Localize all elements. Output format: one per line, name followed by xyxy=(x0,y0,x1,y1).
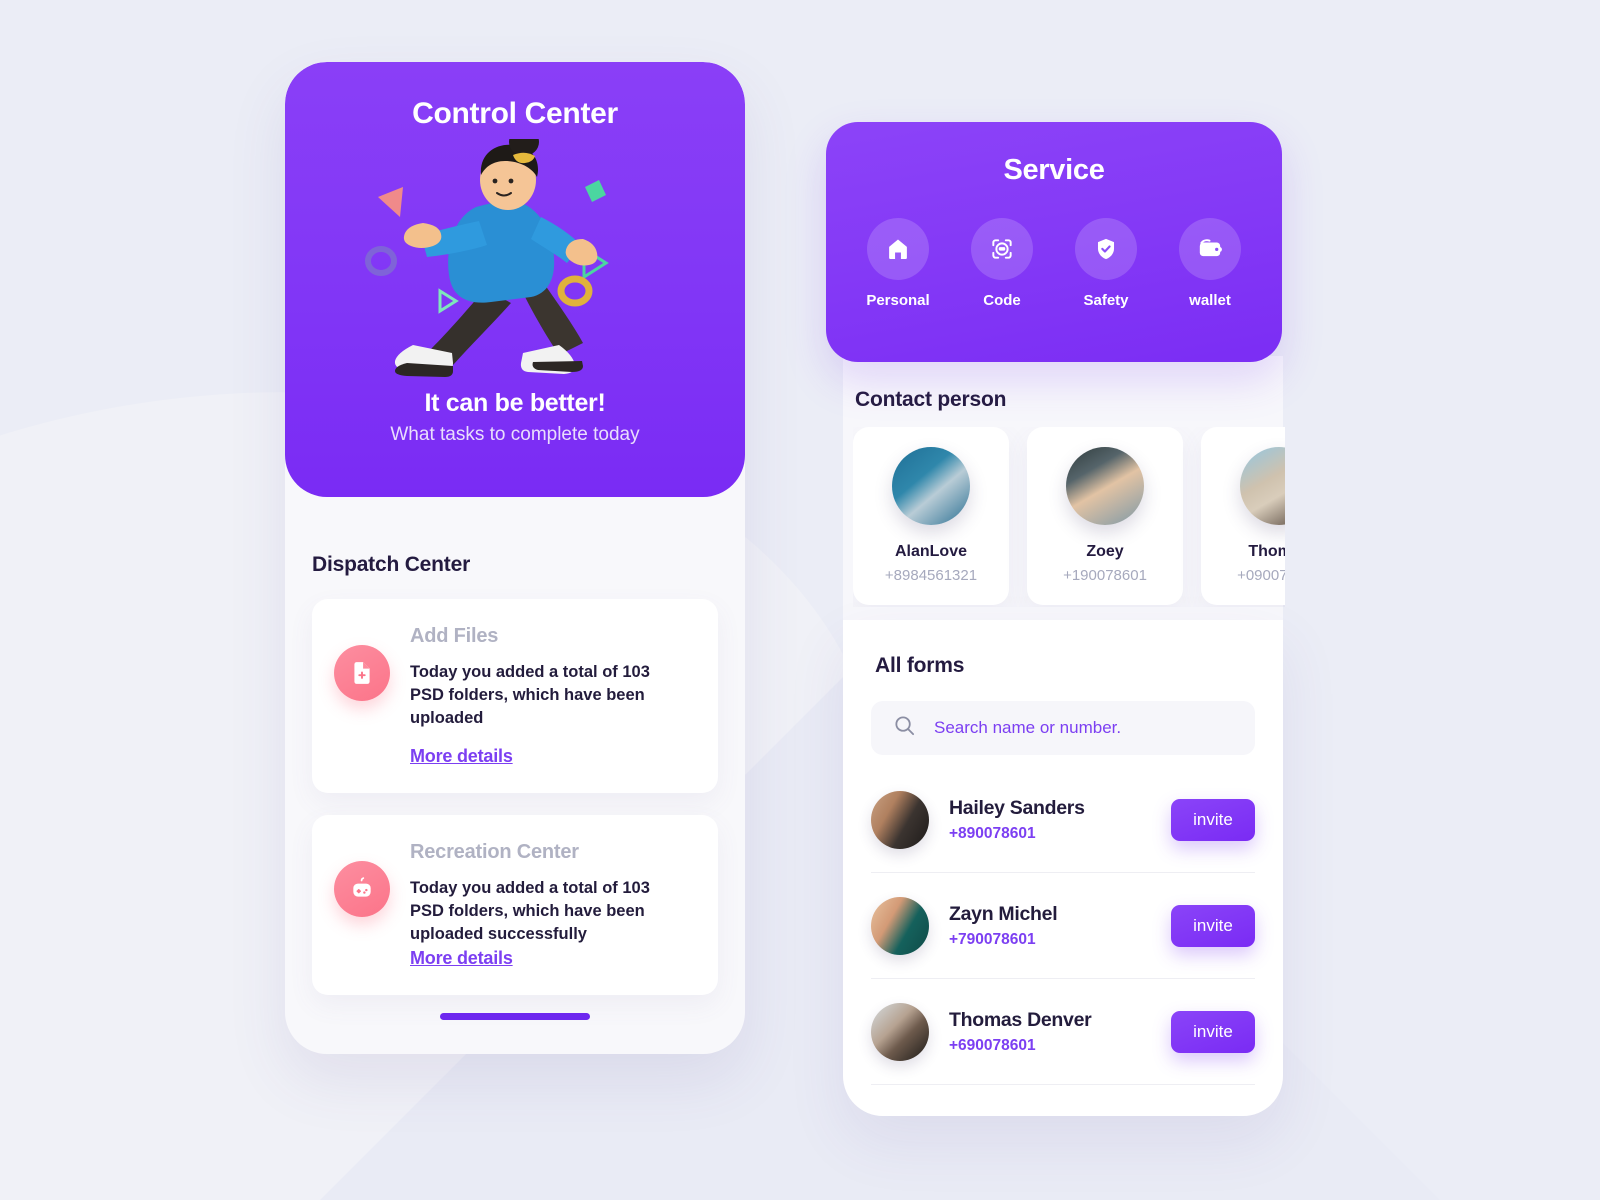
contact-phone: +8984561321 xyxy=(884,567,978,584)
scan-face-icon xyxy=(971,218,1033,280)
contact-name: Thomas xyxy=(1248,543,1285,560)
contact-name: Hailey Sanders xyxy=(949,796,1085,819)
service-tile-code[interactable]: Code xyxy=(964,218,1040,309)
contact-name: Zoey xyxy=(1086,543,1124,560)
avatar xyxy=(892,447,970,525)
contact-phone: +890078601 xyxy=(949,824,1036,842)
file-plus-icon xyxy=(334,645,390,701)
game-console-icon xyxy=(334,861,390,918)
service-tile-wallet[interactable]: wallet xyxy=(1172,218,1248,309)
invite-button[interactable]: invite xyxy=(1171,798,1255,841)
shape-diamond-green xyxy=(585,180,606,202)
all-forms-title: All forms xyxy=(875,654,965,677)
avatar xyxy=(871,896,929,955)
contact-person-title: Contact person xyxy=(855,388,1007,411)
service-header-card: Service Personal Code Safety wallet xyxy=(826,122,1282,362)
avatar xyxy=(1240,447,1285,525)
shape-ring-gold xyxy=(557,275,593,307)
service-tile-label: Safety xyxy=(1083,292,1129,309)
invite-button[interactable]: invite xyxy=(1171,904,1255,947)
control-center-screen: Control Center It can be better! What ta… xyxy=(285,62,745,1054)
contact-card[interactable]: Thomas +090078601 xyxy=(1201,427,1285,605)
home-indicator[interactable] xyxy=(440,1013,590,1020)
hero-caption: What tasks to complete today xyxy=(390,424,640,445)
service-screen: All forms Hailey Sanders +890078601 invi… xyxy=(843,620,1283,1116)
invite-button[interactable]: invite xyxy=(1171,1010,1255,1053)
contact-card[interactable]: AlanLove +8984561321 xyxy=(853,427,1009,605)
shape-triangle-pink xyxy=(378,187,403,217)
dispatch-center-title: Dispatch Center xyxy=(312,553,471,576)
dispatch-center-section: Dispatch Center Add Files Today you adde… xyxy=(285,497,745,995)
avatar xyxy=(871,790,929,849)
contact-name: Thomas Denver xyxy=(949,1008,1092,1031)
running-person-3d-illustration xyxy=(345,128,685,379)
shape-triangle-outline-mint xyxy=(438,288,459,314)
contact-phone: +790078601 xyxy=(949,930,1036,948)
task-body: Recreation Center Today you added a tota… xyxy=(410,841,694,968)
row-info: Thomas Denver +690078601 xyxy=(949,1009,1151,1055)
service-tile-label: wallet xyxy=(1189,292,1231,309)
service-tiles: Personal Code Safety wallet xyxy=(826,187,1282,309)
shield-check-icon xyxy=(1075,218,1137,280)
hero-headline: It can be better! xyxy=(424,389,606,417)
design-canvas: Control Center It can be better! What ta… xyxy=(0,0,1600,1200)
search-bar[interactable] xyxy=(871,701,1255,755)
more-details-link[interactable]: More details xyxy=(410,948,513,969)
service-tile-label: Personal xyxy=(866,292,930,309)
list-item[interactable]: Hailey Sanders +890078601 invite xyxy=(871,767,1255,873)
list-item[interactable]: Zayn Michel +790078601 invite xyxy=(871,873,1255,979)
more-details-link[interactable]: More details xyxy=(410,746,513,767)
avatar xyxy=(871,1002,929,1061)
task-description: Today you added a total of 103 PSD folde… xyxy=(410,663,650,727)
service-tile-label: Code xyxy=(983,292,1021,309)
task-body: Add Files Today you added a total of 103… xyxy=(410,625,694,767)
hero-card: Control Center It can be better! What ta… xyxy=(285,62,745,497)
contact-card[interactable]: Zoey +190078601 xyxy=(1027,427,1183,605)
search-icon xyxy=(893,714,916,742)
forms-list: Hailey Sanders +890078601 invite Zayn Mi… xyxy=(871,767,1255,1085)
task-title: Recreation Center xyxy=(410,841,579,864)
list-item[interactable]: Thomas Denver +690078601 invite xyxy=(871,979,1255,1085)
shape-ring-purple xyxy=(365,246,397,276)
wallet-icon xyxy=(1179,218,1241,280)
contact-phone: +090078601 xyxy=(1237,567,1285,584)
task-description: Today you added a total of 103 PSD folde… xyxy=(410,879,650,943)
service-tile-safety[interactable]: Safety xyxy=(1068,218,1144,309)
avatar xyxy=(1066,447,1144,525)
contact-name: Zayn Michel xyxy=(949,902,1058,925)
row-info: Hailey Sanders +890078601 xyxy=(949,797,1151,843)
contact-phone: +690078601 xyxy=(949,1036,1036,1054)
home-icon xyxy=(867,218,929,280)
search-input[interactable] xyxy=(934,718,1233,738)
task-title: Add Files xyxy=(410,625,499,647)
task-card[interactable]: Recreation Center Today you added a tota… xyxy=(312,815,718,995)
contact-phone: +190078601 xyxy=(1063,567,1147,584)
service-tile-personal[interactable]: Personal xyxy=(860,218,936,309)
contact-person-carousel[interactable]: AlanLove +8984561321 Zoey +190078601 Tho… xyxy=(853,427,1285,607)
page-title: Control Center xyxy=(412,97,618,130)
task-card[interactable]: Add Files Today you added a total of 103… xyxy=(312,599,718,794)
contact-name: AlanLove xyxy=(894,543,967,560)
row-info: Zayn Michel +790078601 xyxy=(949,903,1151,949)
service-title: Service xyxy=(1003,154,1105,186)
